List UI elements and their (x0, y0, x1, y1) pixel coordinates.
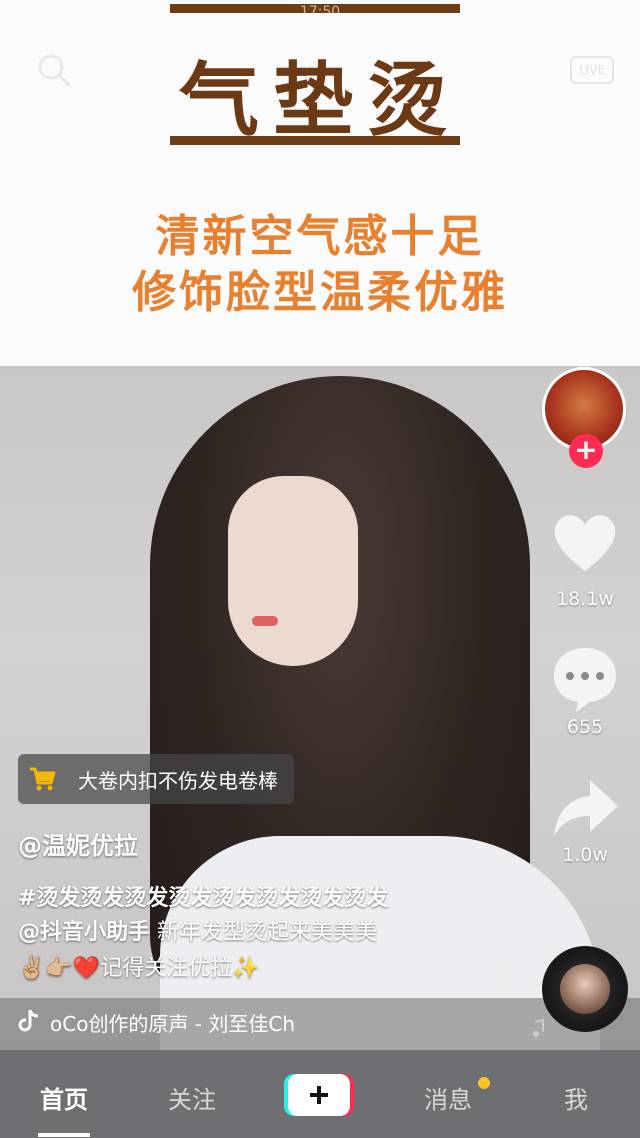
caption-line-3: ✌🏼👉🏼❤️记得关注优拉✨ (18, 950, 260, 982)
product-label: 大卷内扣不伤发电卷棒 (78, 768, 278, 793)
nav-follow[interactable]: 关注 (142, 1080, 242, 1115)
share-count: 1.0w (562, 844, 608, 866)
share-arrow-icon[interactable] (548, 774, 622, 848)
floating-note-icon (533, 1018, 544, 1037)
caption-emoji: ✌🏼👉🏼❤️ (18, 956, 101, 981)
create-plus-button[interactable] (284, 1072, 354, 1118)
cart-icon (30, 767, 56, 791)
like-heart-icon[interactable] (548, 505, 622, 579)
tiktok-note-icon (18, 1009, 39, 1032)
music-title[interactable]: oCo创作的原声 - 刘至佳Ch (50, 1008, 340, 1037)
comment-icon[interactable] (548, 640, 622, 714)
banner-line-1: 清新空气感十足 (155, 211, 485, 262)
author-name[interactable]: @温妮优拉 (18, 826, 138, 861)
video-banner: 气垫烫 清新空气感十足 修饰脸型温柔优雅 (0, 0, 640, 366)
sparkle-emoji: ✨ (232, 956, 260, 981)
status-time: 17:50 (299, 4, 341, 20)
caption-line-2: @抖音小助手 新年发型烫起来美美美 (18, 914, 377, 946)
disc-cover (560, 964, 610, 1014)
hashtag-link[interactable]: #烫发烫发烫发烫发烫发烫发烫发烫发 (18, 886, 388, 911)
nav-home[interactable]: 首页 (14, 1080, 114, 1115)
follow-plus-button[interactable]: + (569, 434, 603, 468)
nav-me[interactable]: 我 (526, 1080, 626, 1115)
banner-line-2: 修饰脸型温柔优雅 (132, 267, 508, 318)
photo-face (228, 476, 358, 666)
banner-bottom-bar (170, 136, 460, 145)
product-tag[interactable]: 大卷内扣不伤发电卷棒 (18, 754, 294, 804)
search-icon[interactable] (36, 52, 72, 88)
photo-lips (252, 616, 278, 626)
floating-note-icon (503, 968, 514, 987)
messages-notification-dot (478, 1077, 490, 1089)
caption-text-3: 记得关注优拉 (100, 956, 233, 981)
mention-link[interactable]: @抖音小助手 (18, 920, 150, 945)
banner-title: 气垫烫 (179, 53, 461, 147)
comment-count: 655 (566, 716, 604, 738)
music-disc[interactable] (542, 946, 628, 1032)
screen: 气垫烫 清新空气感十足 修饰脸型温柔优雅 17:50 LIVE + 18.1w … (0, 0, 640, 1138)
caption-hashtags[interactable]: #烫发烫发烫发烫发烫发烫发烫发烫发 (18, 880, 388, 912)
live-button[interactable]: LIVE (570, 56, 614, 84)
like-count: 18.1w (556, 588, 614, 610)
home-active-indicator (38, 1133, 90, 1137)
caption-text-2: 新年发型烫起来美美美 (150, 920, 378, 945)
